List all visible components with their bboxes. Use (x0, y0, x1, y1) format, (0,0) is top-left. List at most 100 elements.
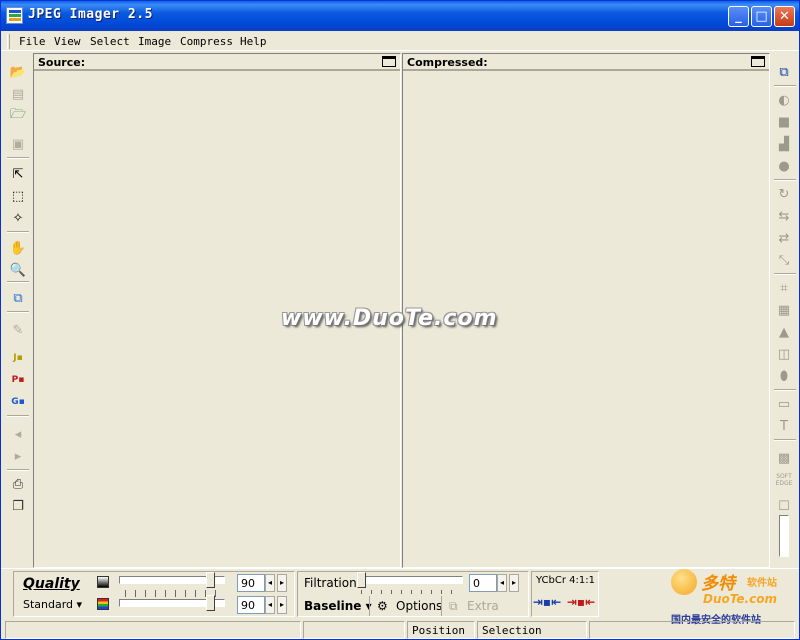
toolbar-separator (7, 157, 29, 159)
compressed-label: Compressed: (407, 56, 488, 69)
next-icon[interactable]: ▸ (9, 447, 27, 465)
logo-mascot-icon (671, 569, 697, 595)
compare-icon[interactable]: ⧉ (774, 63, 794, 81)
logo-cn-main: 多特 (701, 574, 735, 594)
luminance-decrement-button[interactable]: ◂ (265, 574, 275, 592)
minimize-button[interactable]: _ (728, 6, 749, 27)
select-magic-icon[interactable]: ✧ (9, 209, 27, 227)
maximize-button[interactable]: □ (751, 6, 772, 27)
chrominance-value-field[interactable]: 90 (237, 596, 265, 614)
jpeg-format-icon[interactable]: J▪ (9, 349, 27, 367)
crop-icon[interactable]: ⌗ (774, 279, 794, 297)
open-folder-icon[interactable]: 📂 (9, 63, 27, 81)
menubar-grip[interactable] (7, 34, 10, 49)
zoom-icon[interactable]: 🔍 (9, 261, 27, 279)
filtration-increment-button[interactable]: ▸ (509, 574, 519, 592)
chrominance-decrement-button[interactable]: ◂ (265, 596, 275, 614)
filtration-slider-thumb[interactable] (357, 572, 366, 588)
menu-file[interactable]: File (19, 35, 46, 48)
toolbar-separator (774, 273, 796, 275)
open-file-icon[interactable]: 🗁 (9, 107, 27, 125)
source-header: Source: (34, 54, 400, 71)
menu-select[interactable]: Select (90, 35, 130, 48)
resize-icon[interactable]: ⤡ (774, 251, 794, 269)
extra-button[interactable]: Extra (467, 599, 499, 613)
chevron-down-icon: ▾ (76, 598, 83, 611)
luminance-slider-thumb[interactable] (206, 572, 216, 588)
menu-image[interactable]: Image (138, 35, 171, 48)
encoding-mode-label: Baseline (304, 599, 362, 613)
save-icon[interactable]: ▣ (9, 135, 27, 153)
histogram-icon[interactable]: ▟ (774, 135, 794, 153)
layers-icon[interactable]: ❐ (9, 497, 27, 515)
watermark: www.DuoTe.com (281, 306, 498, 331)
checkbox-icon[interactable]: ☐ (774, 497, 794, 515)
divider (441, 596, 442, 616)
mirror-icon[interactable]: ⇄ (774, 229, 794, 247)
export-icon[interactable]: ⎙ (9, 475, 27, 493)
brightness-icon[interactable]: ◐ (774, 91, 794, 109)
rotate-icon[interactable]: ↻ (774, 185, 794, 203)
menu-help[interactable]: Help (240, 35, 267, 48)
prev-icon[interactable]: ◂ (9, 425, 27, 443)
luminance-icon (97, 576, 109, 588)
text-icon[interactable]: T (774, 417, 794, 435)
grid-icon[interactable]: ▦ (774, 301, 794, 319)
filtration-slider-ticks (361, 590, 457, 594)
paint-icon[interactable]: ✎ (9, 321, 27, 339)
luminance-increment-button[interactable]: ▸ (277, 574, 287, 592)
filtration-slider-track[interactable] (357, 576, 463, 584)
filtration-value-field[interactable]: 0 (469, 574, 497, 592)
soft-edge-icon[interactable]: SOFT EDGE (774, 471, 794, 489)
menu-compress[interactable]: Compress (180, 35, 233, 48)
shadow-icon[interactable]: ▭ (774, 395, 794, 413)
soft-edge-slider[interactable] (779, 515, 789, 557)
hand-icon[interactable]: ✋ (9, 239, 27, 257)
encoding-mode-dropdown[interactable]: Baseline ▾ (304, 599, 372, 613)
app-icon[interactable] (6, 7, 23, 24)
toolbar-separator (7, 311, 29, 313)
status-cell-1 (5, 621, 301, 639)
blur-icon[interactable]: ◫ (774, 345, 794, 363)
gif-format-icon[interactable]: G▪ (9, 393, 27, 411)
title-bar[interactable]: JPEG Imager 2.5 _ □ ✕ (1, 1, 799, 31)
pattern-icon[interactable]: ▩ (774, 449, 794, 467)
app-window: JPEG Imager 2.5 _ □ ✕ File View Select I… (0, 0, 800, 640)
luminance-value-field[interactable]: 90 (237, 574, 265, 592)
subsampling-label: YCbCr 4:1:1 (536, 575, 595, 586)
menu-view[interactable]: View (54, 35, 81, 48)
left-toolbar: 📂 ▤ 🗁 ▣ ⇱ ⬚ ✧ ✋ 🔍 ⧉ ✎ J▪ P▪ G▪ ◂ ▸ ⎙ ❐ (1, 53, 33, 568)
close-button[interactable]: ✕ (774, 6, 795, 27)
flip-icon[interactable]: ⇆ (774, 207, 794, 225)
toolbar-separator (7, 281, 29, 283)
levels-icon[interactable]: ■ (774, 113, 794, 131)
menu-bar: File View Select Image Compress Help (1, 31, 799, 51)
compressed-header: Compressed: (403, 54, 769, 71)
options-button[interactable]: Options (396, 599, 442, 613)
gear-icon: ⚙ (377, 599, 388, 613)
scanner-icon[interactable]: ▤ (9, 85, 27, 103)
toolbar-separator (774, 439, 796, 441)
sharpen-icon[interactable]: ▲ (774, 323, 794, 341)
color-icon[interactable]: ● (774, 157, 794, 175)
status-bar: Position Selection (1, 620, 799, 640)
compressed-maximize-icon[interactable] (751, 56, 765, 67)
source-maximize-icon[interactable] (382, 56, 396, 67)
source-label: Source: (38, 56, 86, 69)
subsampling-decrease-button[interactable]: ⇥▪⇤ (533, 591, 561, 613)
fill-icon[interactable]: ⬮ (774, 367, 794, 385)
toolbar-separator (7, 469, 29, 471)
chrominance-slider-thumb[interactable] (206, 595, 216, 611)
filtration-label: Filtration (304, 576, 357, 590)
filtration-decrement-button[interactable]: ◂ (497, 574, 507, 592)
quality-label[interactable]: Quality (23, 576, 80, 592)
select-freeform-icon[interactable]: ⬚ (9, 187, 27, 205)
png-format-icon[interactable]: P▪ (9, 371, 27, 389)
copy-image-icon[interactable]: ⧉ (9, 289, 27, 307)
quality-preset-dropdown[interactable]: Standard ▾ (23, 598, 82, 611)
select-arrow-icon[interactable]: ⇱ (9, 165, 27, 183)
chrominance-increment-button[interactable]: ▸ (277, 596, 287, 614)
status-cell-2 (303, 621, 405, 639)
quality-preset-label: Standard (23, 598, 74, 611)
subsampling-increase-button[interactable]: ⇥▪⇤ (567, 591, 595, 613)
